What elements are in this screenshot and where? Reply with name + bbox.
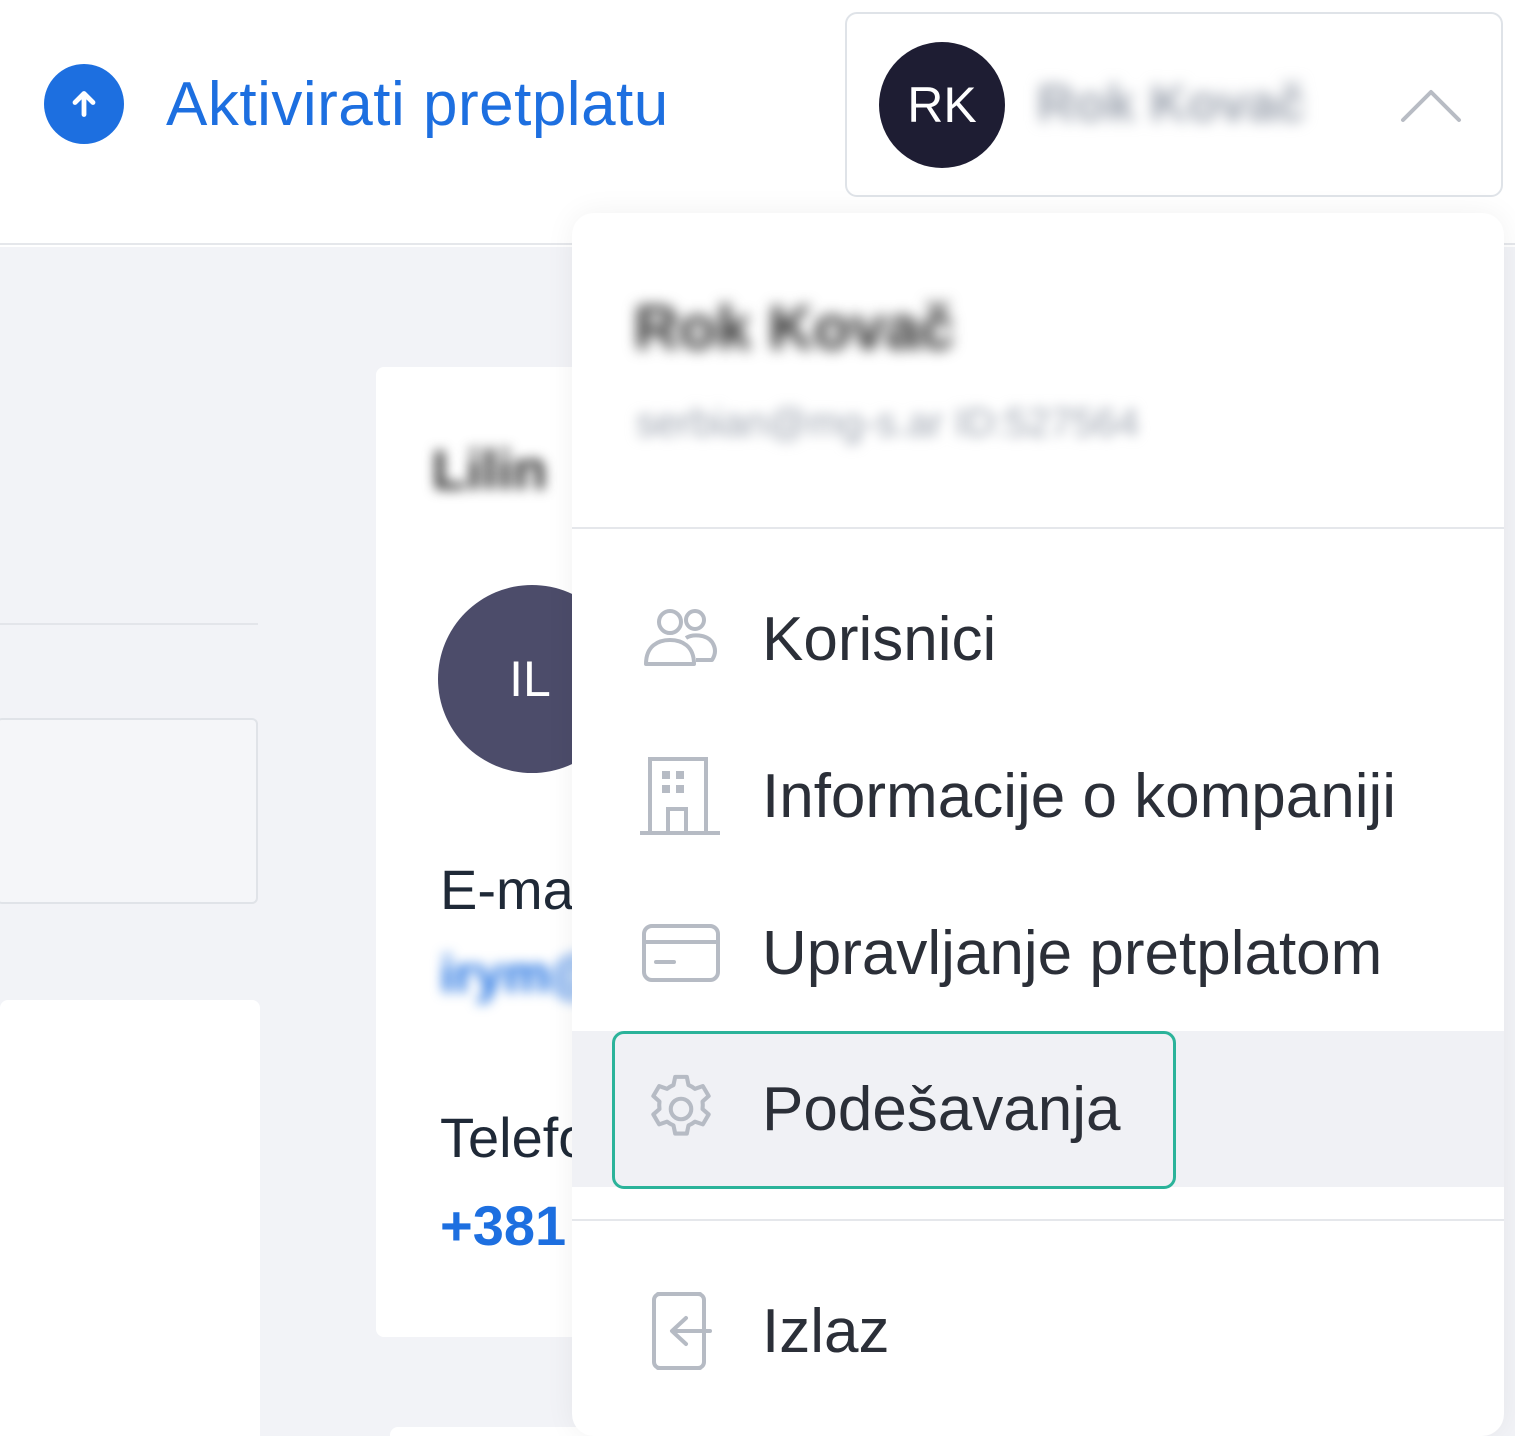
- phone-link[interactable]: +381: [440, 1193, 566, 1258]
- menu-item-users[interactable]: Korisnici: [572, 561, 1504, 717]
- user-menu-button[interactable]: RK Rok Kovač: [845, 12, 1503, 197]
- users-icon: [640, 598, 722, 680]
- activate-subscription-label: Aktivirati pretplatu: [166, 69, 669, 139]
- user-dropdown-menu: Rok Kovač serbian@mg-s.ar ID:527564 Kori…: [572, 213, 1504, 1436]
- arrow-up-circle-icon: [44, 64, 124, 144]
- dropdown-user-email: serbian@mg-s.ar ID:527564: [636, 401, 1140, 445]
- logout-icon: [640, 1290, 722, 1372]
- menu-item-label: Podešavanja: [762, 1074, 1121, 1144]
- building-icon: [640, 755, 722, 837]
- divider: [572, 1219, 1504, 1221]
- divider: [0, 623, 258, 625]
- gear-icon: [640, 1068, 722, 1150]
- menu-item-logout[interactable]: Izlaz: [572, 1253, 1504, 1409]
- menu-item-company-info[interactable]: Informacije o kompaniji: [572, 718, 1504, 874]
- top-header: Aktivirati pretplatu RK Rok Kovač: [0, 0, 1515, 245]
- left-input-field[interactable]: [0, 718, 258, 904]
- chevron-up-icon: [1401, 90, 1461, 122]
- divider: [572, 527, 1504, 529]
- avatar: RK: [879, 42, 1005, 168]
- menu-item-label: Upravljanje pretplatom: [762, 918, 1383, 988]
- menu-item-label: Izlaz: [762, 1296, 890, 1366]
- menu-item-subscription[interactable]: Upravljanje pretplatom: [572, 875, 1504, 1031]
- dropdown-user-name: Rok Kovač: [634, 294, 955, 363]
- credit-card-icon: [640, 912, 722, 994]
- contact-avatar-initials: IL: [509, 651, 551, 707]
- left-card: [0, 1000, 260, 1436]
- contact-card-title: Lilin: [432, 438, 548, 501]
- user-name: Rok Kovač: [1037, 75, 1306, 133]
- menu-item-settings[interactable]: Podešavanja: [572, 1031, 1504, 1187]
- menu-item-label: Informacije o kompaniji: [762, 761, 1397, 831]
- avatar-initials: RK: [907, 77, 977, 133]
- menu-item-label: Korisnici: [762, 604, 997, 674]
- activate-subscription-link[interactable]: Aktivirati pretplatu: [44, 62, 669, 146]
